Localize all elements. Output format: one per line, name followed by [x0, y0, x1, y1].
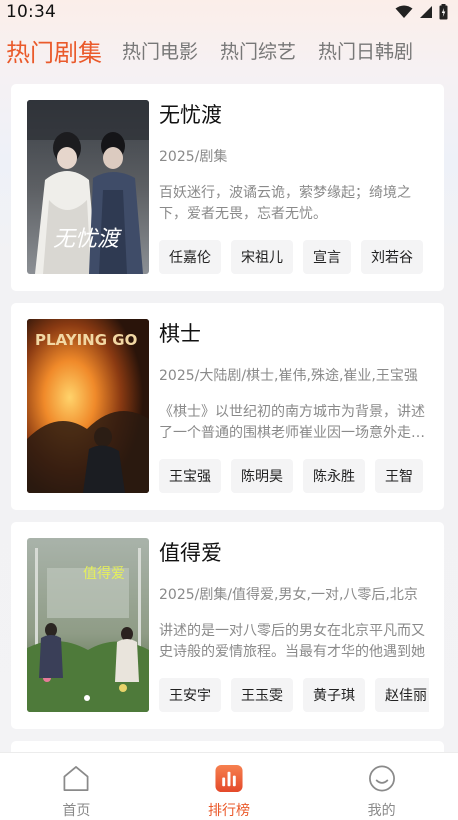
- actor-tags: 王宝强 陈明昊 陈永胜 王智: [159, 459, 429, 493]
- item-meta: 2025/大陆剧/棋士,崔伟,殊途,崔业,王宝强: [159, 368, 418, 384]
- home-icon: [63, 766, 89, 791]
- list-item[interactable]: PLAYING GO 棋士 2025/大陆剧/棋士,崔伟,殊途,崔业,王宝强 《…: [11, 303, 444, 510]
- nav-ranking[interactable]: 排行榜: [153, 753, 306, 820]
- list-item[interactable]: 值得爱 值得爱 2025/剧集/值得爱,男女,一对,八零后,北京 讲述的是一对八…: [11, 522, 444, 729]
- profile-icon: [368, 765, 395, 792]
- list-item[interactable]: 无忧渡 无忧渡 2025/剧集 百妖迷行，波谲云诡，萦梦缘起；绮境之下，爱者无畏…: [11, 84, 444, 291]
- item-description: 讲述的是一对八零后的男女在北京平凡而又史诗般的爱情旅程。当最有才华的他遇到她: [159, 623, 425, 660]
- actor-tag[interactable]: 黄子琪: [303, 678, 365, 712]
- poster-image[interactable]: 无忧渡: [27, 100, 149, 274]
- poster-title-art: 无忧渡: [53, 227, 122, 252]
- app-screen: 10:34 热门剧集 热门电影 热门综艺 热门日韩剧 无忧渡 无忧渡 2025/…: [0, 0, 458, 820]
- item-title[interactable]: 值得爱: [159, 537, 222, 567]
- nav-profile-label: 我的: [367, 803, 396, 819]
- actor-tag[interactable]: 任嘉伦: [159, 240, 221, 274]
- wifi-icon: [395, 5, 413, 18]
- nav-profile[interactable]: 我的: [305, 753, 458, 820]
- actor-tag[interactable]: 刘若谷: [361, 240, 423, 274]
- poster-image[interactable]: PLAYING GO: [27, 319, 149, 493]
- tab-hot-jk-dramas[interactable]: 热门日韩剧: [318, 37, 413, 64]
- item-meta: 2025/剧集/值得爱,男女,一对,八零后,北京: [159, 587, 418, 603]
- tab-hot-movies[interactable]: 热门电影: [122, 37, 198, 64]
- actor-tag[interactable]: 陈永胜: [303, 459, 365, 493]
- signal-icon: [420, 6, 432, 18]
- bottom-nav: 首页 排行榜 我的: [0, 752, 458, 820]
- nav-home-label: 首页: [62, 803, 91, 819]
- actor-tags: 王安宇 王玉雯 黄子琪 赵佳丽: [159, 678, 429, 712]
- item-title[interactable]: 无忧渡: [159, 99, 222, 129]
- nav-home[interactable]: 首页: [0, 753, 153, 820]
- actor-tag[interactable]: 宣言: [303, 240, 351, 274]
- tab-hot-variety[interactable]: 热门综艺: [220, 37, 296, 64]
- nav-ranking-label: 排行榜: [208, 803, 250, 819]
- actor-tag[interactable]: 王宝强: [159, 459, 221, 493]
- item-meta: 2025/剧集: [159, 149, 228, 165]
- actor-tag[interactable]: 王玉雯: [231, 678, 293, 712]
- actor-tags: 任嘉伦 宋祖儿 宣言 刘若谷: [159, 240, 429, 274]
- actor-tag[interactable]: 王安宇: [159, 678, 221, 712]
- poster-image[interactable]: 值得爱: [27, 538, 149, 712]
- actor-tag[interactable]: 王智: [375, 459, 423, 493]
- poster-title-art: 值得爱: [83, 565, 125, 582]
- poster-title-art: PLAYING GO: [35, 331, 137, 349]
- item-description: 《棋士》以世纪初的南方城市为背景，讲述了一个普通的围棋老师崔业因一场意外走上犯罪…: [159, 404, 425, 441]
- item-title[interactable]: 棋士: [159, 318, 201, 348]
- actor-tag[interactable]: 赵佳丽: [375, 678, 429, 712]
- tab-hot-series[interactable]: 热门剧集: [6, 33, 102, 68]
- actor-tag[interactable]: 宋祖儿: [231, 240, 293, 274]
- battery-icon: [439, 4, 448, 20]
- actor-tag[interactable]: 陈明昊: [231, 459, 293, 493]
- status-bar: 10:34: [0, 0, 458, 24]
- status-time: 10:34: [6, 2, 56, 22]
- item-description: 百妖迷行，波谲云诡，萦梦缘起；绮境之下，爱者无畏，忘者无忧。: [159, 185, 411, 222]
- status-icons: [395, 4, 448, 20]
- ranking-icon: [215, 764, 243, 793]
- ranking-list: 无忧渡 无忧渡 2025/剧集 百妖迷行，波谲云诡，萦梦缘起；绮境之下，爱者无畏…: [11, 84, 444, 773]
- category-tabs: 热门剧集 热门电影 热门综艺 热门日韩剧: [0, 28, 458, 72]
